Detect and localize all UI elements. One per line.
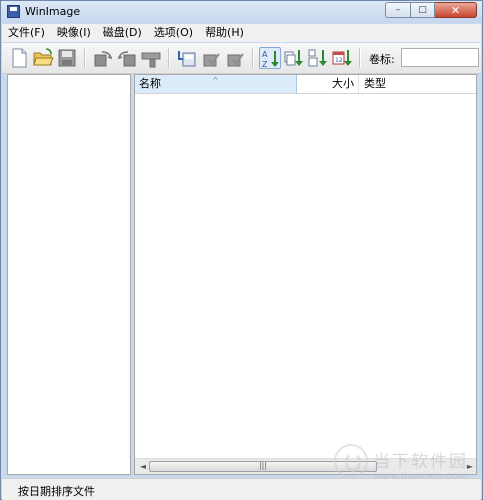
sort-by-size-icon[interactable] [307, 47, 329, 69]
site-watermark: 当下软件园 www.downxia.com [331, 441, 481, 497]
column-header-size[interactable]: 大小 [297, 75, 359, 93]
minimize-button[interactable]: – [385, 2, 410, 18]
new-file-icon[interactable] [8, 47, 30, 69]
svg-text:12: 12 [335, 57, 343, 64]
menu-bar: 文件(F) 映像(I) 磁盘(D) 选项(O) 帮助(H) [2, 24, 481, 42]
toolbar: AZ 12 卷标: [2, 43, 481, 74]
scrollbar-grip-icon: ||| [258, 461, 268, 470]
menu-image[interactable]: 映像(I) [51, 24, 97, 42]
watermark-url: www.downxia.com [374, 471, 468, 482]
format-icon[interactable] [140, 47, 162, 69]
inject-icon[interactable] [200, 47, 222, 69]
volume-label-input[interactable] [401, 48, 479, 67]
open-folder-icon[interactable] [32, 47, 54, 69]
column-name-label: 名称 [139, 77, 161, 90]
write-disk-icon[interactable] [116, 47, 138, 69]
file-list-header: 名称 ^ 大小 类型 [135, 75, 476, 94]
window-title: WinImage [25, 5, 81, 18]
volume-label: 卷标: [369, 53, 395, 66]
svg-text:A: A [262, 50, 268, 59]
save-disk-icon[interactable] [56, 47, 78, 69]
watermark-logo-icon [334, 444, 368, 478]
winimage-app-icon [7, 5, 20, 18]
extract-icon[interactable] [176, 47, 198, 69]
watermark-title: 当下软件园 [373, 452, 468, 472]
sort-by-name-icon[interactable]: AZ [259, 47, 281, 69]
maximize-button[interactable]: □ [410, 2, 435, 18]
file-list-pane[interactable]: 名称 ^ 大小 类型 ◄ ||| ► [134, 74, 477, 475]
window-controls: – □ ✕ [385, 2, 477, 19]
sort-by-ext-icon[interactable] [283, 47, 305, 69]
read-disk-icon[interactable] [92, 47, 114, 69]
column-header-type[interactable]: 类型 [359, 75, 476, 93]
close-button[interactable]: ✕ [435, 2, 477, 18]
scroll-left-arrow-icon[interactable]: ◄ [137, 461, 149, 472]
folder-tree-pane[interactable] [7, 74, 131, 475]
delete-icon[interactable] [224, 47, 246, 69]
svg-text:Z: Z [262, 60, 268, 69]
column-header-name[interactable]: 名称 ^ [135, 75, 297, 93]
menu-help[interactable]: 帮助(H) [199, 24, 250, 42]
app-window: WinImage – □ ✕ 文件(F) 映像(I) 磁盘(D) 选项(O) 帮… [0, 0, 483, 500]
sort-by-date-icon[interactable]: 12 [331, 47, 353, 69]
menu-disk[interactable]: 磁盘(D) [97, 24, 148, 42]
menu-options[interactable]: 选项(O) [148, 24, 199, 42]
title-bar[interactable]: WinImage – □ ✕ [1, 1, 482, 23]
menu-file[interactable]: 文件(F) [2, 24, 51, 42]
sort-ascending-icon: ^ [212, 76, 219, 85]
status-text: 按日期排序文件 [18, 485, 95, 498]
